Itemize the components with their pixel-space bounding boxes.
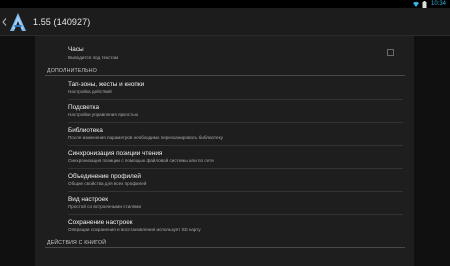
pref-sync-position[interactable]: Синхронизация позиции чтения Синхронизац… (35, 145, 414, 168)
section-header-additional: ДОПОЛНИТЕЛЬНО (47, 68, 97, 74)
pref-summary: Настройки управления яркостью (68, 112, 139, 117)
settings-content: Часы Выводится под текстом ДОПОЛНИТЕЛЬНО… (0, 36, 450, 266)
pref-summary: Настройка действий (68, 89, 112, 94)
section-header-book-actions: ДЕЙСТВИЯ С КНИГОЙ (47, 240, 107, 246)
app-logo-icon[interactable] (7, 11, 29, 33)
pref-title: Синхронизация позиции чтения (68, 150, 163, 157)
pref-merge-profiles[interactable]: Объединение профилей Общие свойства для … (35, 168, 414, 191)
clock-checkbox[interactable] (387, 49, 394, 56)
pref-summary: Операции сохранения и восстановления исп… (68, 227, 201, 232)
status-time: 10:34 (430, 1, 446, 7)
pref-summary: После изменения параметров необходимо пе… (68, 135, 223, 140)
pref-title: Подсветка (68, 104, 100, 111)
battery-icon (422, 1, 428, 8)
pref-save-settings[interactable]: Сохранение настроек Операции сохранения … (35, 214, 414, 237)
pref-title: Тап-зоны, жесты и кнопки (68, 81, 145, 88)
pref-title: Библиотека (68, 127, 103, 134)
pref-tap-zones[interactable]: Тап-зоны, жесты и кнопки Настройка дейст… (35, 76, 414, 99)
pref-settings-view[interactable]: Вид настроек Простой со встроенными стил… (35, 191, 414, 214)
pref-clock[interactable]: Часы Выводится под текстом (35, 36, 414, 64)
pref-summary: Общие свойства для всех профилей (68, 181, 147, 186)
pref-backlight[interactable]: Подсветка Настройки управления яркостью (35, 99, 414, 122)
pref-summary: Синхронизация позиции с помощью файловой… (68, 158, 214, 163)
status-icons: 10:34 (412, 0, 446, 8)
pref-title: Часы (68, 46, 84, 53)
wifi-icon (412, 1, 419, 7)
status-bar: 10:34 (0, 0, 450, 8)
pref-title: Сохранение настроек (68, 219, 133, 226)
app-title: 1.55 (140927) (33, 16, 91, 27)
pref-library[interactable]: Библиотека После изменения параметров не… (35, 122, 414, 145)
settings-panel: Часы Выводится под текстом ДОПОЛНИТЕЛЬНО… (35, 36, 414, 266)
section-divider (45, 247, 405, 248)
pref-title: Вид настроек (68, 196, 109, 203)
action-bar: 1.55 (140927) (0, 8, 450, 36)
pref-title: Объединение профилей (68, 173, 141, 180)
pref-summary: Простой со встроенными стилями (68, 204, 142, 209)
pref-summary: Выводится под текстом (68, 55, 119, 60)
